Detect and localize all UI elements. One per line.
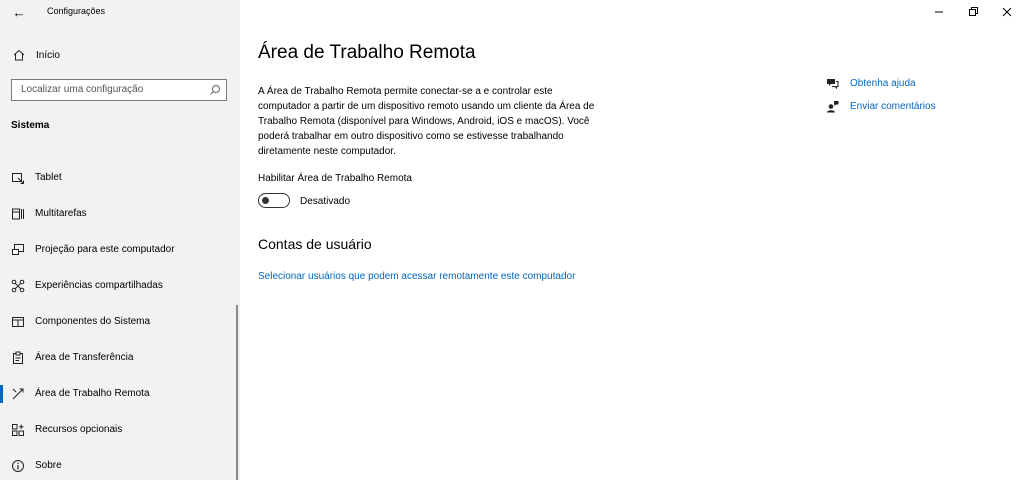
- search-icon[interactable]: [209, 84, 221, 96]
- section-title: Sistema: [11, 120, 50, 131]
- feedback-label[interactable]: Enviar comentários: [850, 101, 936, 112]
- sidebar-item-about[interactable]: Sobre: [0, 448, 236, 484]
- sidebar-item-projection[interactable]: Projeção para este computador: [0, 232, 236, 268]
- close-icon[interactable]: [998, 4, 1016, 20]
- sidebar-nav-list: Tablet Multitarefas Projeção para este c…: [0, 160, 236, 484]
- get-help-label[interactable]: Obtenha ajuda: [850, 78, 916, 89]
- back-arrow-icon[interactable]: ←: [10, 4, 28, 22]
- user-accounts-heading: Contas de usuário: [258, 236, 372, 252]
- clipboard-icon: [13, 351, 23, 364]
- sidebar-scrollbar[interactable]: [236, 305, 238, 480]
- minimize-icon[interactable]: [930, 4, 948, 20]
- sidebar: ← Configurações Início Localizar uma con…: [0, 0, 240, 480]
- optional-features-icon: [12, 424, 24, 436]
- remote-desktop-icon: [12, 388, 24, 400]
- sidebar-item-multitasking[interactable]: Multitarefas: [0, 196, 236, 232]
- restore-icon[interactable]: [964, 4, 982, 20]
- sidebar-item-label: Recursos opcionais: [35, 424, 123, 435]
- sidebar-item-tablet[interactable]: Tablet: [0, 160, 236, 196]
- sidebar-item-label: Tablet: [35, 172, 62, 183]
- app-title: Configurações: [47, 6, 106, 16]
- sidebar-item-label: Área de Transferência: [35, 352, 134, 363]
- page-description: A Área de Trabalho Remota permite conect…: [258, 86, 595, 157]
- sidebar-item-shared-experiences[interactable]: Experiências compartilhadas: [0, 268, 236, 304]
- info-icon: [12, 460, 24, 472]
- system-components-icon: [12, 317, 24, 327]
- shared-experiences-icon: [11, 279, 25, 293]
- select-users-link[interactable]: Selecionar usuários que podem acessar re…: [258, 271, 575, 282]
- projection-icon: [12, 244, 24, 255]
- sidebar-item-clipboard[interactable]: Área de Transferência: [0, 340, 236, 376]
- home-icon: [13, 49, 25, 61]
- multitasking-icon: [12, 208, 24, 220]
- remote-desktop-toggle[interactable]: [258, 193, 290, 208]
- sidebar-item-label: Sobre: [35, 460, 62, 471]
- toggle-label: Habilitar Área de Trabalho Remota: [258, 173, 412, 184]
- search-placeholder: Localizar uma configuração: [21, 84, 144, 95]
- feedback-icon: [827, 101, 839, 113]
- sidebar-item-label: Projeção para este computador: [35, 244, 175, 255]
- toggle-knob: [262, 196, 269, 204]
- sidebar-item-remote-desktop[interactable]: Área de Trabalho Remota: [0, 376, 236, 412]
- search-input[interactable]: Localizar uma configuração: [11, 79, 227, 101]
- toggle-state-text: Desativado: [300, 196, 351, 207]
- sidebar-item-home[interactable]: Início: [0, 42, 240, 68]
- sidebar-item-label: Área de Trabalho Remota: [35, 388, 150, 399]
- sidebar-item-label: Experiências compartilhadas: [35, 280, 163, 291]
- tablet-icon: [12, 173, 24, 184]
- sidebar-item-system-components[interactable]: Componentes do Sistema: [0, 304, 236, 340]
- page-title: Área de Trabalho Remota: [258, 42, 476, 63]
- sidebar-item-optional-features[interactable]: Recursos opcionais: [0, 412, 236, 448]
- sidebar-item-label: Início: [36, 50, 60, 61]
- help-chat-icon: [827, 79, 839, 90]
- sidebar-item-label: Componentes do Sistema: [35, 316, 151, 327]
- sidebar-item-label: Multitarefas: [35, 208, 87, 219]
